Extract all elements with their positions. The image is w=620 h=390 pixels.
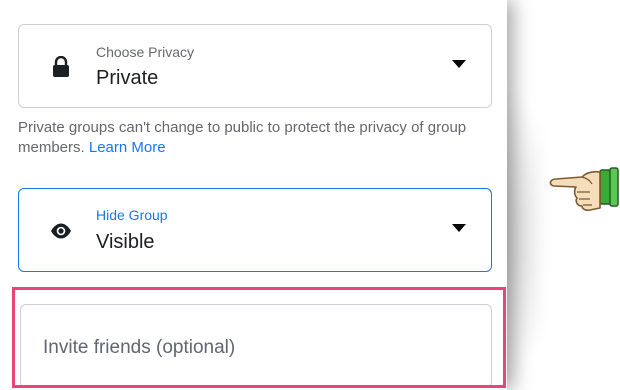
- learn-more-link[interactable]: Learn More: [89, 139, 166, 156]
- chevron-down-icon: [452, 60, 466, 68]
- privacy-helper-text: Private groups can't change to public to…: [18, 118, 488, 158]
- hide-group-label: Hide Group: [96, 207, 168, 223]
- privacy-select[interactable]: Choose Privacy Private: [18, 24, 492, 108]
- lock-icon: [49, 55, 73, 79]
- pointing-hand-icon: [542, 162, 620, 214]
- privacy-label: Choose Privacy: [96, 44, 195, 60]
- hide-group-value: Visible: [96, 231, 155, 253]
- hide-group-select[interactable]: Hide Group Visible: [18, 188, 492, 272]
- chevron-down-icon: [452, 224, 466, 232]
- invite-highlight-box: [12, 287, 506, 388]
- privacy-value: Private: [96, 67, 159, 89]
- eye-icon: [49, 219, 73, 243]
- helper-text: Private groups can't change to public to…: [18, 119, 467, 156]
